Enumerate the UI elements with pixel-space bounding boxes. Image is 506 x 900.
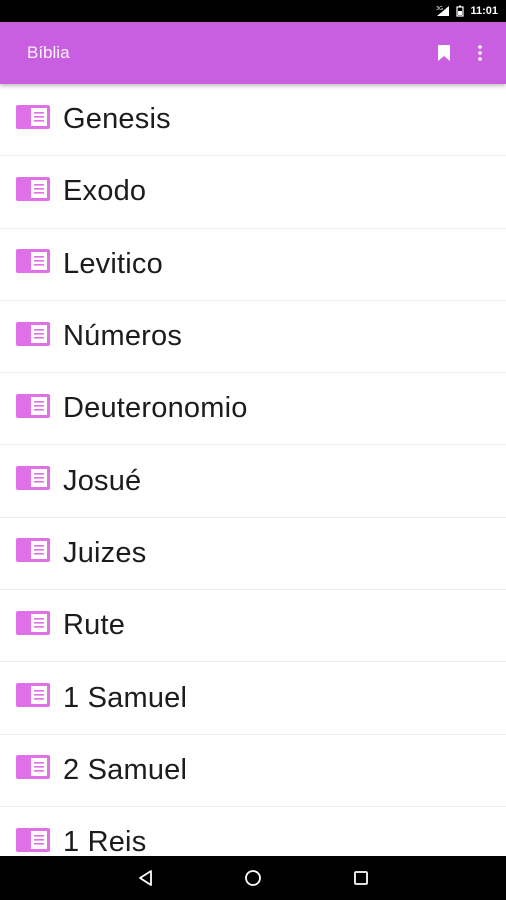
status-time: 11:01 xyxy=(470,5,498,17)
book-icon xyxy=(16,755,50,780)
book-label: Levitico xyxy=(63,247,163,280)
bookmark-icon xyxy=(438,45,450,61)
back-button[interactable] xyxy=(128,861,162,895)
bookmark-button[interactable] xyxy=(426,33,462,73)
battery-icon xyxy=(456,5,465,17)
list-item[interactable]: Rute xyxy=(0,590,506,663)
book-icon xyxy=(16,610,50,635)
book-icon xyxy=(16,176,50,201)
book-icon xyxy=(16,321,50,346)
recents-icon xyxy=(354,871,368,885)
back-icon xyxy=(139,870,152,886)
app-bar: Bíblia xyxy=(0,22,506,84)
app-title: Bíblia xyxy=(27,43,70,62)
book-icon xyxy=(16,104,50,129)
book-label: Números xyxy=(63,320,183,353)
book-label: Deuteronomio xyxy=(63,392,248,425)
book-icon xyxy=(16,393,50,418)
book-list: Genesis Exodo Levitico Números Deuteronomio J… xyxy=(0,84,506,856)
more-options-button[interactable] xyxy=(462,33,498,73)
book-label: 1 Reis xyxy=(63,826,147,856)
book-label: Juizes xyxy=(63,536,147,569)
book-label: Josué xyxy=(63,464,142,497)
list-item[interactable]: Josué xyxy=(0,445,506,518)
home-icon xyxy=(245,870,261,886)
book-label: Genesis xyxy=(63,103,171,136)
list-item[interactable]: Exodo xyxy=(0,156,506,229)
navigation-bar xyxy=(0,856,506,900)
book-icon xyxy=(16,538,50,563)
book-label: Rute xyxy=(63,609,126,642)
book-label: 2 Samuel xyxy=(63,753,188,786)
list-item[interactable]: 2 Samuel xyxy=(0,735,506,807)
list-item[interactable]: Deuteronomio xyxy=(0,373,506,446)
book-icon xyxy=(16,827,50,852)
list-item[interactable]: Números xyxy=(0,301,506,374)
svg-text:3G: 3G xyxy=(436,6,443,12)
list-item[interactable]: Juizes xyxy=(0,518,506,591)
list-item[interactable]: 1 Samuel xyxy=(0,662,506,735)
book-icon xyxy=(16,466,50,491)
book-label: 1 Samuel xyxy=(63,681,188,714)
book-label: Exodo xyxy=(63,175,147,208)
signal-icon: 3G xyxy=(436,5,450,17)
home-button[interactable] xyxy=(236,861,270,895)
status-bar: 3G 11:01 xyxy=(0,0,506,22)
more-vert-icon xyxy=(478,45,482,61)
book-icon xyxy=(16,249,50,274)
list-item[interactable]: Levitico xyxy=(0,229,506,301)
list-item[interactable]: 1 Reis xyxy=(0,807,506,856)
recents-button[interactable] xyxy=(344,861,378,895)
list-item[interactable]: Genesis xyxy=(0,84,506,157)
book-icon xyxy=(16,683,50,708)
